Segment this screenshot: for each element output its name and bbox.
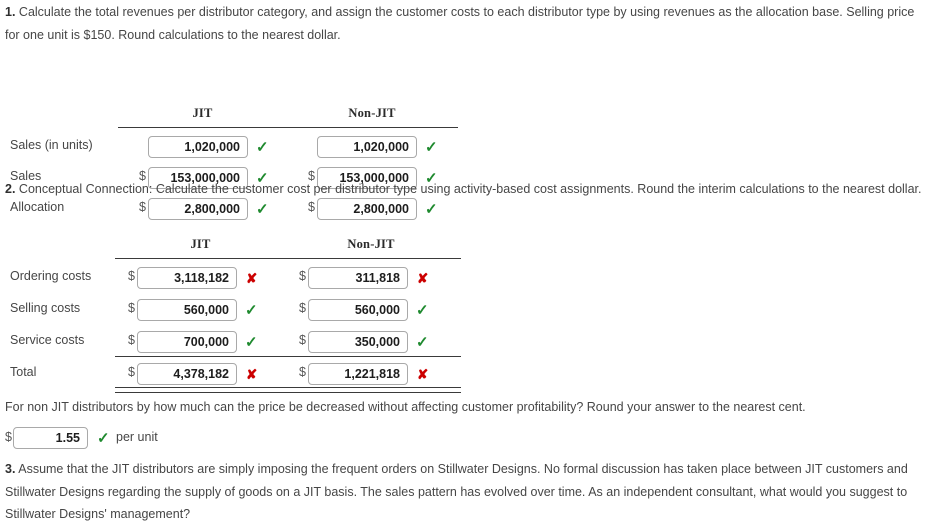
- table2-row-label-0: Ordering costs: [10, 269, 92, 283]
- table2-input-jit-total[interactable]: [137, 363, 237, 385]
- table1-column-header-jit: JIT: [192, 106, 213, 120]
- table1-row-label-2: Allocation: [10, 200, 65, 214]
- price-answer-unit-label: per unit: [116, 430, 158, 444]
- table1-column-header-non-jit: Non-JIT: [348, 106, 396, 120]
- activity-based-cost-table: JIT Non-JIT Ordering costs $ ✘ $ ✘ Selli…: [0, 232, 470, 393]
- table2-currency-2-0: $: [128, 333, 135, 347]
- table2-total-double-rule-jit: [115, 387, 288, 393]
- revenue-allocation-table: JIT Non-JIT Sales (in units) ✓ ✓ Sales $…: [0, 50, 470, 220]
- table2-input-non-jit-service-costs[interactable]: [308, 331, 408, 353]
- exercise-page: 1. Calculate the total revenues per dist…: [0, 0, 929, 529]
- price-answer-status-correct-icon: ✓: [97, 430, 110, 447]
- table1-header-rule-jit: [118, 127, 288, 128]
- table2-row-label-2: Service costs: [10, 333, 85, 347]
- table1-row-label-0: Sales (in units): [10, 138, 93, 152]
- table1-status-correct-icon-2-1: ✓: [425, 201, 438, 218]
- table2-currency-3-0: $: [128, 365, 135, 379]
- table2-currency-0-1: $: [299, 269, 306, 283]
- question-1-text: Calculate the total revenues per distrib…: [5, 5, 915, 42]
- price-answer-group: $ ✓ per unit: [0, 424, 300, 450]
- table1-currency-2-0: $: [139, 200, 146, 214]
- table2-input-jit-ordering-costs[interactable]: [137, 267, 237, 289]
- table2-row-label-3: Total: [10, 365, 37, 379]
- table1-input-non-jit-allocation[interactable]: [317, 198, 417, 220]
- table2-status-correct-icon-2-1: ✓: [416, 334, 429, 351]
- table2-header-rule-non-jit: [288, 258, 461, 259]
- table2-currency-1-0: $: [128, 301, 135, 315]
- table2-currency-1-1: $: [299, 301, 306, 315]
- table2-input-jit-service-costs[interactable]: [137, 331, 237, 353]
- table2-input-non-jit-ordering-costs[interactable]: [308, 267, 408, 289]
- table1-status-correct-icon-0-0: ✓: [256, 139, 269, 156]
- question-3-text: Assume that the JIT distributors are sim…: [5, 462, 908, 521]
- table2-column-header-non-jit: Non-JIT: [347, 237, 395, 251]
- question-3-number: 3.: [5, 462, 16, 476]
- question-1-paragraph: 1. Calculate the total revenues per dist…: [5, 1, 920, 46]
- table2-currency-3-1: $: [299, 365, 306, 379]
- price-answer-currency: $: [5, 430, 12, 444]
- table2-header-rule-jit: [115, 258, 288, 259]
- table2-column-header-jit: JIT: [190, 237, 211, 251]
- table2-input-jit-selling-costs[interactable]: [137, 299, 237, 321]
- price-decrease-question-text: For non JIT distributors by how much can…: [5, 400, 806, 414]
- table2-status-correct-icon-2-0: ✓: [245, 334, 258, 351]
- question-2-number: 2.: [5, 182, 16, 196]
- table2-row-label-1: Selling costs: [10, 301, 81, 315]
- table1-currency-2-1: $: [308, 200, 315, 214]
- table2-status-incorrect-icon-0-1: ✘: [417, 271, 429, 286]
- price-decrease-question: For non JIT distributors by how much can…: [5, 396, 925, 419]
- table2-currency-2-1: $: [299, 333, 306, 347]
- table2-status-correct-icon-1-1: ✓: [416, 302, 429, 319]
- table2-subtotal-rule-jit: [115, 356, 288, 357]
- table2-status-incorrect-icon-0-0: ✘: [246, 271, 258, 286]
- table2-status-incorrect-icon-3-0: ✘: [246, 367, 258, 382]
- table1-status-correct-icon-0-1: ✓: [425, 139, 438, 156]
- table2-subtotal-rule-non-jit: [288, 356, 461, 357]
- table1-input-non-jit-sales-units[interactable]: [317, 136, 417, 158]
- question-2-paragraph: 2. Conceptual Connection: Calculate the …: [5, 178, 929, 201]
- table2-input-non-jit-total[interactable]: [308, 363, 408, 385]
- question-3-paragraph: 3. Assume that the JIT distributors are …: [5, 458, 929, 526]
- price-answer-input[interactable]: [13, 427, 88, 449]
- table2-status-correct-icon-1-0: ✓: [245, 302, 258, 319]
- table2-currency-0-0: $: [128, 269, 135, 283]
- table2-status-incorrect-icon-3-1: ✘: [417, 367, 429, 382]
- table1-header-rule-non-jit: [288, 127, 458, 128]
- table2-input-non-jit-selling-costs[interactable]: [308, 299, 408, 321]
- table1-input-jit-allocation[interactable]: [148, 198, 248, 220]
- table1-input-jit-sales-units[interactable]: [148, 136, 248, 158]
- question-1-number: 1.: [5, 5, 16, 19]
- table1-status-correct-icon-2-0: ✓: [256, 201, 269, 218]
- table2-total-double-rule-non-jit: [288, 387, 461, 393]
- question-2-text: Conceptual Connection: Calculate the cus…: [18, 182, 922, 196]
